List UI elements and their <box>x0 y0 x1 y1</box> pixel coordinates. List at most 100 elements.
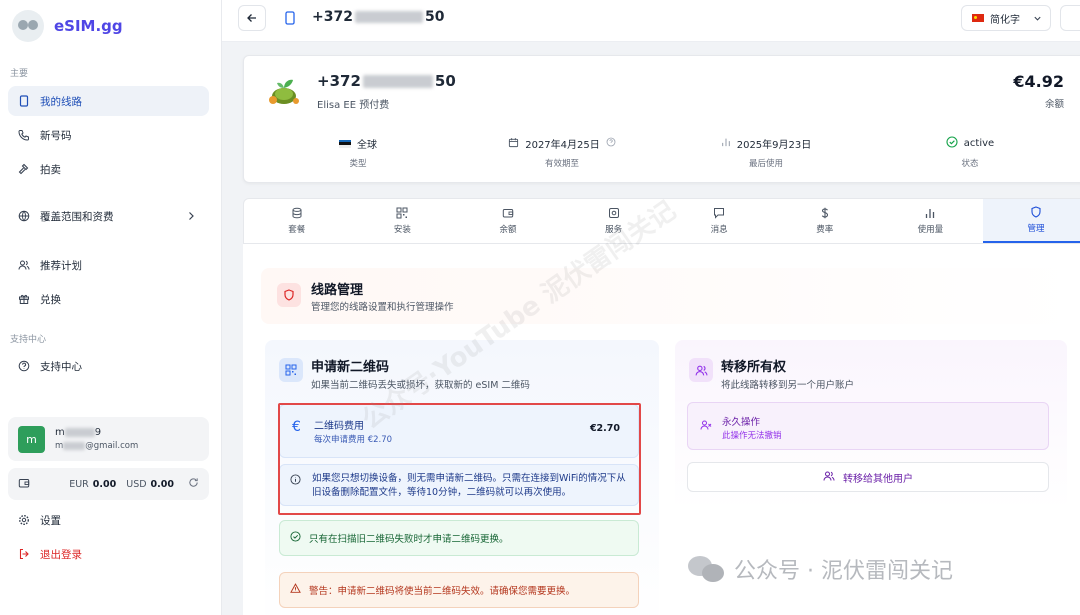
gear-icon <box>18 514 30 526</box>
transfer-section-title: 转移所有权 <box>721 360 787 375</box>
sim-card-icon <box>18 95 30 107</box>
phone-plus-icon <box>18 129 30 141</box>
sidebar-item-label: 设置 <box>40 514 61 527</box>
refresh-icon[interactable] <box>188 477 199 491</box>
qr-warning-box: 警告：申请新二维码将使当前二维码失效。请确保您需要更换。 <box>279 572 639 608</box>
logo-text: eSIM.gg <box>54 17 123 35</box>
sidebar-item-coverage[interactable]: 覆盖范围和资费 <box>8 201 209 231</box>
tab-services[interactable]: 服务 <box>561 199 667 243</box>
management-header: 线路管理 管理您的线路设置和执行管理操作 <box>261 268 1080 324</box>
sidebar-item-label: 覆盖范围和资费 <box>40 210 114 223</box>
transfer-to-user-button[interactable]: 转移给其他用户 <box>687 462 1049 492</box>
language-select[interactable]: 简化字 <box>961 5 1051 31</box>
sidebar-item-redeem[interactable]: 兑换 <box>8 284 209 314</box>
qr-tip-text: 只有在扫描旧二维码失败时才申请二维码更换。 <box>309 534 509 545</box>
sidebar-item-label: 支持中心 <box>40 360 82 373</box>
user-card[interactable]: m m9 m @gmail.com <box>8 417 209 461</box>
qr-code-icon <box>396 207 408 219</box>
sidebar-item-settings[interactable]: 设置 <box>8 505 209 535</box>
wechat-icon <box>688 554 726 584</box>
highlight-box <box>278 403 641 515</box>
logo-mascot-icon <box>12 10 44 42</box>
estonia-flag-icon <box>339 139 351 148</box>
sidebar-item-auction[interactable]: 拍卖 <box>8 154 209 184</box>
router-icon <box>608 208 619 218</box>
sim-card-icon <box>284 11 296 28</box>
database-icon <box>292 207 302 219</box>
sidebar-item-new-number[interactable]: 新号码 <box>8 120 209 150</box>
wallet-icon <box>502 209 514 218</box>
sidebar-item-my-lines[interactable]: 我的线路 <box>8 86 209 116</box>
chevron-right-icon <box>189 212 194 220</box>
help-circle-icon <box>18 360 30 372</box>
sidebar-item-logout[interactable]: 退出登录 <box>8 539 209 569</box>
tab-balance[interactable]: 余额 <box>455 199 561 243</box>
carrier-name: Elisa EE 预付费 <box>317 100 390 111</box>
wallet-icon <box>18 477 30 492</box>
user-email: m @gmail.com <box>55 441 139 451</box>
message-icon <box>714 208 725 219</box>
qr-warning-text: 警告：申请新二维码将使当前二维码失效。请确保您需要更换。 <box>309 586 576 597</box>
transfer-section-subtitle: 将此线路转移到另一个用户账户 <box>721 380 855 391</box>
sidebar-item-referral[interactable]: 推荐计划 <box>8 250 209 280</box>
sidebar: eSIM.gg 主要 我的线路 新号码 拍卖 覆盖范围和资费 推荐计划 兑换 支… <box>0 0 222 615</box>
arrow-left-icon <box>247 14 256 22</box>
logout-icon <box>18 548 30 560</box>
chevron-down-icon <box>1034 16 1041 21</box>
tab-plans[interactable]: 套餐 <box>244 199 350 243</box>
sidebar-item-label: 拍卖 <box>40 163 61 176</box>
users-icon <box>823 470 835 485</box>
qr-section-title: 申请新二维码 <box>311 360 390 375</box>
eur-balance: EUR 0.00 <box>69 478 117 490</box>
permanent-action-subtitle: 此操作无法撤销 <box>722 431 782 441</box>
sidebar-item-support[interactable]: 支持中心 <box>8 351 209 381</box>
bar-chart-icon <box>721 137 731 150</box>
section-label-main: 主要 <box>10 69 29 79</box>
top-bar: +372 50 简化字 <box>222 0 1080 42</box>
tab-management[interactable]: 管理 <box>983 199 1080 243</box>
user-x-icon <box>700 419 712 434</box>
stat-expiry: 2027年4月25日 有效期至 <box>502 136 622 169</box>
gift-icon <box>18 293 30 305</box>
logo[interactable]: eSIM.gg <box>12 10 123 42</box>
line-info-card: +372 50 Elisa EE 预付费 €4.92 余额 全球 类型 2027年… <box>243 55 1080 183</box>
user-name: m9 <box>55 427 102 438</box>
bar-chart-icon <box>926 209 935 218</box>
corner-watermark: 公众号 · 泥伏雷闯关记 <box>688 553 953 585</box>
section-subtitle: 管理您的线路设置和执行管理操作 <box>311 302 454 313</box>
section-title: 线路管理 <box>311 283 364 298</box>
sidebar-item-label: 推荐计划 <box>40 259 82 272</box>
shield-icon <box>1031 206 1041 218</box>
header-action-button[interactable] <box>1060 5 1080 31</box>
tab-messages[interactable]: 消息 <box>666 199 772 243</box>
dollar-icon <box>821 207 828 219</box>
shield-icon <box>277 283 301 307</box>
sidebar-item-label: 兑换 <box>40 293 61 306</box>
qr-section-subtitle: 如果当前二维码丢失或损坏，获取新的 eSIM 二维码 <box>311 380 530 391</box>
qr-code-icon <box>279 358 303 382</box>
tab-usage[interactable]: 使用量 <box>878 199 984 243</box>
transfer-ownership-section: 转移所有权 将此线路转移到另一个用户账户 永久操作 此操作无法撤销 转移给其他用… <box>675 340 1067 510</box>
line-balance-label: 余额 <box>1044 99 1064 110</box>
section-label-support: 支持中心 <box>10 335 47 345</box>
transfer-button-label: 转移给其他用户 <box>843 473 913 485</box>
stat-last-used: 2025年9月23日 最后使用 <box>718 136 814 169</box>
sidebar-item-label: 我的线路 <box>40 95 82 108</box>
sidebar-item-label: 退出登录 <box>40 548 82 561</box>
line-balance: €4.92 <box>1013 72 1064 91</box>
stat-status: active 状态 <box>942 136 998 169</box>
check-circle-icon <box>946 136 958 151</box>
tab-bar: 套餐 安装 余额 服务 消息 费率 使用量 管理 <box>243 198 1080 244</box>
tab-install[interactable]: 安装 <box>350 199 456 243</box>
tab-rates[interactable]: 费率 <box>772 199 878 243</box>
back-button[interactable] <box>238 5 266 31</box>
permanent-action-title: 永久操作 <box>722 417 761 428</box>
calendar-icon <box>508 137 519 151</box>
stat-type: 全球 类型 <box>330 136 386 169</box>
usd-balance: USD 0.00 <box>126 478 174 490</box>
avatar: m <box>18 425 45 453</box>
permanent-action-box: 永久操作 此操作无法撤销 <box>687 402 1049 450</box>
china-flag-icon <box>972 14 984 22</box>
wallet-balance: EUR 0.00 USD 0.00 <box>8 468 209 500</box>
help-circle-icon[interactable] <box>606 137 616 150</box>
